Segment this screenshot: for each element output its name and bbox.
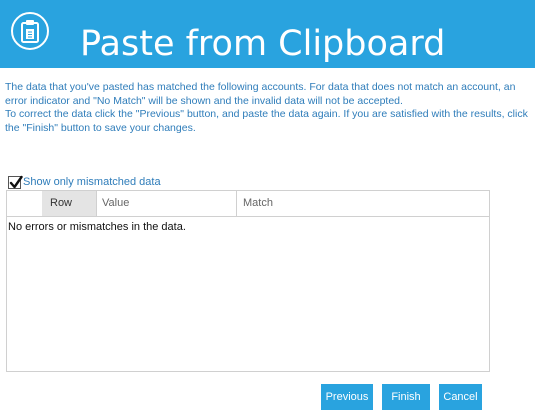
column-header-match[interactable]: Match bbox=[237, 191, 489, 216]
show-mismatched-checkbox[interactable] bbox=[8, 175, 23, 189]
grid-header-indicator bbox=[7, 191, 42, 216]
show-mismatched-label[interactable]: Show only mismatched data bbox=[23, 175, 161, 189]
column-header-row[interactable]: Row bbox=[42, 191, 97, 216]
instructions-paragraph-1: The data that you've pasted has matched … bbox=[5, 81, 516, 107]
dialog-title: Paste from Clipboard bbox=[80, 24, 446, 64]
clipboard-icon bbox=[11, 12, 49, 50]
finish-button[interactable]: Finish bbox=[382, 384, 430, 410]
checkmark-icon bbox=[9, 175, 23, 188]
cancel-button[interactable]: Cancel bbox=[439, 384, 482, 410]
dialog-header: Paste from Clipboard bbox=[0, 0, 535, 68]
grid-empty-message: No errors or mismatches in the data. bbox=[8, 221, 186, 233]
instructions-paragraph-2: To correct the data click the "Previous"… bbox=[5, 108, 528, 134]
mismatch-filter[interactable]: Show only mismatched data bbox=[8, 174, 161, 190]
instructions: The data that you've pasted has matched … bbox=[5, 81, 530, 135]
column-header-value[interactable]: Value bbox=[97, 191, 237, 216]
previous-button[interactable]: Previous bbox=[321, 384, 373, 410]
results-grid: Row Value Match No errors or mismatches … bbox=[6, 190, 490, 372]
grid-header: Row Value Match bbox=[7, 191, 489, 217]
